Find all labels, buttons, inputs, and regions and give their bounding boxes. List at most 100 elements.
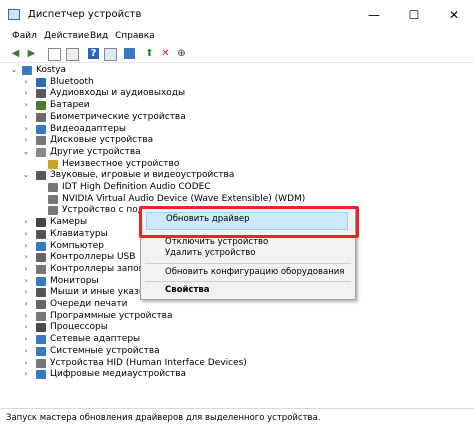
chevron-right-icon[interactable]: › (22, 87, 30, 99)
menu-file[interactable]: Файл (12, 31, 37, 41)
show-hide-tree-icon[interactable] (48, 48, 61, 61)
tree-item[interactable]: ⌄ Звуковые, игровые и видеоустройства (0, 169, 460, 181)
update-driver-icon[interactable]: ⬆ (144, 48, 155, 59)
red-highlight-box (139, 206, 359, 238)
tree-root-label: Kostya (36, 65, 67, 75)
chevron-right-icon[interactable]: › (22, 310, 30, 322)
printer-icon (36, 300, 46, 309)
properties-item[interactable]: Свойства (165, 285, 210, 295)
tree-item-label: Программные устройства (50, 310, 173, 321)
tree-item[interactable]: › Биометрические устройства (0, 111, 460, 123)
tree-root[interactable]: ⌄ Kostya (0, 64, 400, 76)
monitor-scan-icon[interactable] (124, 48, 135, 59)
tree-item-label: Клавиатуры (50, 228, 108, 239)
media-icon (36, 370, 46, 380)
speaker-icon (48, 183, 58, 192)
processor-icon (36, 323, 46, 333)
tree-item-label: Очереди печати (50, 299, 128, 309)
tree-item[interactable]: › Программные устройства (0, 310, 460, 322)
chevron-right-icon[interactable]: › (22, 240, 30, 252)
tree-item[interactable]: › Сетевые адаптеры (0, 333, 460, 345)
unknown-device-icon (48, 159, 58, 169)
tree-item-label: Биометрические устройства (50, 111, 186, 122)
chevron-right-icon[interactable]: › (22, 263, 30, 275)
chevron-right-icon[interactable]: › (22, 298, 30, 310)
tree-item-label: Цифровые медиаустройства (50, 369, 187, 380)
chevron-right-icon[interactable]: › (22, 251, 30, 263)
menu-separator (145, 281, 351, 282)
chevron-right-icon[interactable]: › (22, 357, 30, 369)
back-arrow-icon[interactable]: ◀ (10, 48, 21, 59)
tree-item[interactable]: › Bluetooth (0, 76, 460, 88)
chevron-right-icon[interactable]: › (22, 321, 30, 333)
tree-item[interactable]: › Батареи (0, 99, 460, 111)
menu-help[interactable]: Справка (115, 31, 155, 41)
chevron-right-icon[interactable]: › (22, 228, 30, 240)
tree-item[interactable]: ⌄ Другие устройства (0, 146, 460, 158)
chevron-right-icon[interactable]: › (22, 333, 30, 345)
chevron-right-icon[interactable]: › (22, 275, 30, 287)
chevron-right-icon[interactable]: › (22, 99, 30, 111)
minimize-button[interactable]: — (354, 0, 394, 30)
chevron-right-icon[interactable]: › (22, 111, 30, 123)
uninstall-icon[interactable]: ✕ (160, 48, 171, 59)
maximize-button[interactable]: ☐ (394, 0, 434, 30)
chevron-right-icon[interactable]: › (22, 216, 30, 228)
chevron-down-icon[interactable]: ⌄ (22, 169, 30, 181)
tree-item-label: Компьютер (50, 240, 104, 251)
tree-item[interactable]: › Дисковые устройства (0, 134, 460, 146)
tree-item[interactable]: NVIDIA Virtual Audio Device (Wave Extens… (0, 193, 460, 205)
tree-item-label: Сетевые адаптеры (50, 334, 141, 345)
tree-item[interactable]: › Аудиовходы и аудиовыходы (0, 87, 460, 99)
tree-item-label: Устройства HID (Human Interface Devices) (50, 357, 247, 368)
tree-item-label: IDT High Definition Audio CODEC (62, 182, 211, 192)
scan-view-icon[interactable] (104, 48, 117, 61)
display-adapter-icon (36, 124, 46, 134)
forward-arrow-icon[interactable]: ▶ (26, 48, 37, 59)
chevron-right-icon[interactable]: › (22, 345, 30, 357)
network-icon (36, 335, 46, 345)
tree-item[interactable]: › Устройства HID (Human Interface Devices… (0, 357, 460, 369)
keyboard-icon (36, 229, 46, 239)
tree-item-label: NVIDIA Virtual Audio Device (Wave Extens… (62, 193, 306, 204)
audio-io-icon (36, 89, 46, 99)
uninstall-device-item[interactable]: Удалить устройство (165, 248, 256, 258)
tree-item[interactable]: › Системные устройства (0, 345, 460, 357)
close-button[interactable]: ✕ (434, 0, 474, 30)
tree-item-label: Bluetooth (50, 76, 94, 87)
mouse-icon (36, 288, 46, 298)
scan-hardware-item[interactable]: Обновить конфигурацию оборудования (165, 267, 344, 277)
tree-item[interactable]: › Процессоры (0, 321, 460, 333)
tree-item[interactable]: IDT High Definition Audio CODEC (0, 181, 460, 193)
tree-item-label: Звуковые, игровые и видеоустройства (50, 170, 235, 181)
speaker-icon (48, 206, 58, 216)
chevron-right-icon[interactable]: › (22, 134, 30, 146)
tree-item-label: Дисковые устройства (50, 135, 154, 146)
title-bar: Диспетчер устройств — ☐ ✕ (0, 0, 474, 30)
usb-icon (36, 253, 46, 263)
chevron-right-icon[interactable]: › (22, 76, 30, 88)
chevron-right-icon[interactable]: › (22, 286, 30, 298)
chevron-right-icon[interactable]: › (22, 368, 30, 380)
tree-item-label: Видеоадаптеры (50, 123, 127, 134)
tree-item-label: Другие устройства (50, 146, 141, 157)
menu-action[interactable]: Действие (44, 31, 89, 41)
tree-item-label: Батареи (50, 100, 90, 111)
window-title: Диспетчер устройств (28, 9, 142, 20)
status-bar: Запуск мастера обновления драйверов для … (0, 408, 474, 433)
properties-sheet-icon[interactable] (66, 48, 79, 61)
disable-device-item[interactable]: Отключить устройство (165, 237, 268, 247)
toolbar: ◀ ▶ ? ⬆ ✕ ⊕ (0, 46, 474, 63)
chevron-down-icon[interactable]: ⌄ (10, 64, 18, 76)
tree-item[interactable]: › Цифровые медиаустройства (0, 368, 460, 380)
help-icon[interactable]: ? (88, 48, 99, 59)
tree-item-label: Аудиовходы и аудиовыходы (50, 88, 186, 99)
chevron-down-icon[interactable]: ⌄ (22, 146, 30, 158)
chevron-right-icon[interactable]: › (22, 123, 30, 135)
menu-view[interactable]: Вид (90, 31, 108, 41)
download-icon[interactable]: ⊕ (176, 48, 187, 59)
tree-item-label: Процессоры (50, 322, 108, 333)
tree-item[interactable]: Неизвестное устройство (0, 158, 460, 170)
tree-item[interactable]: › Видеоадаптеры (0, 123, 460, 135)
sound-icon (36, 171, 46, 181)
